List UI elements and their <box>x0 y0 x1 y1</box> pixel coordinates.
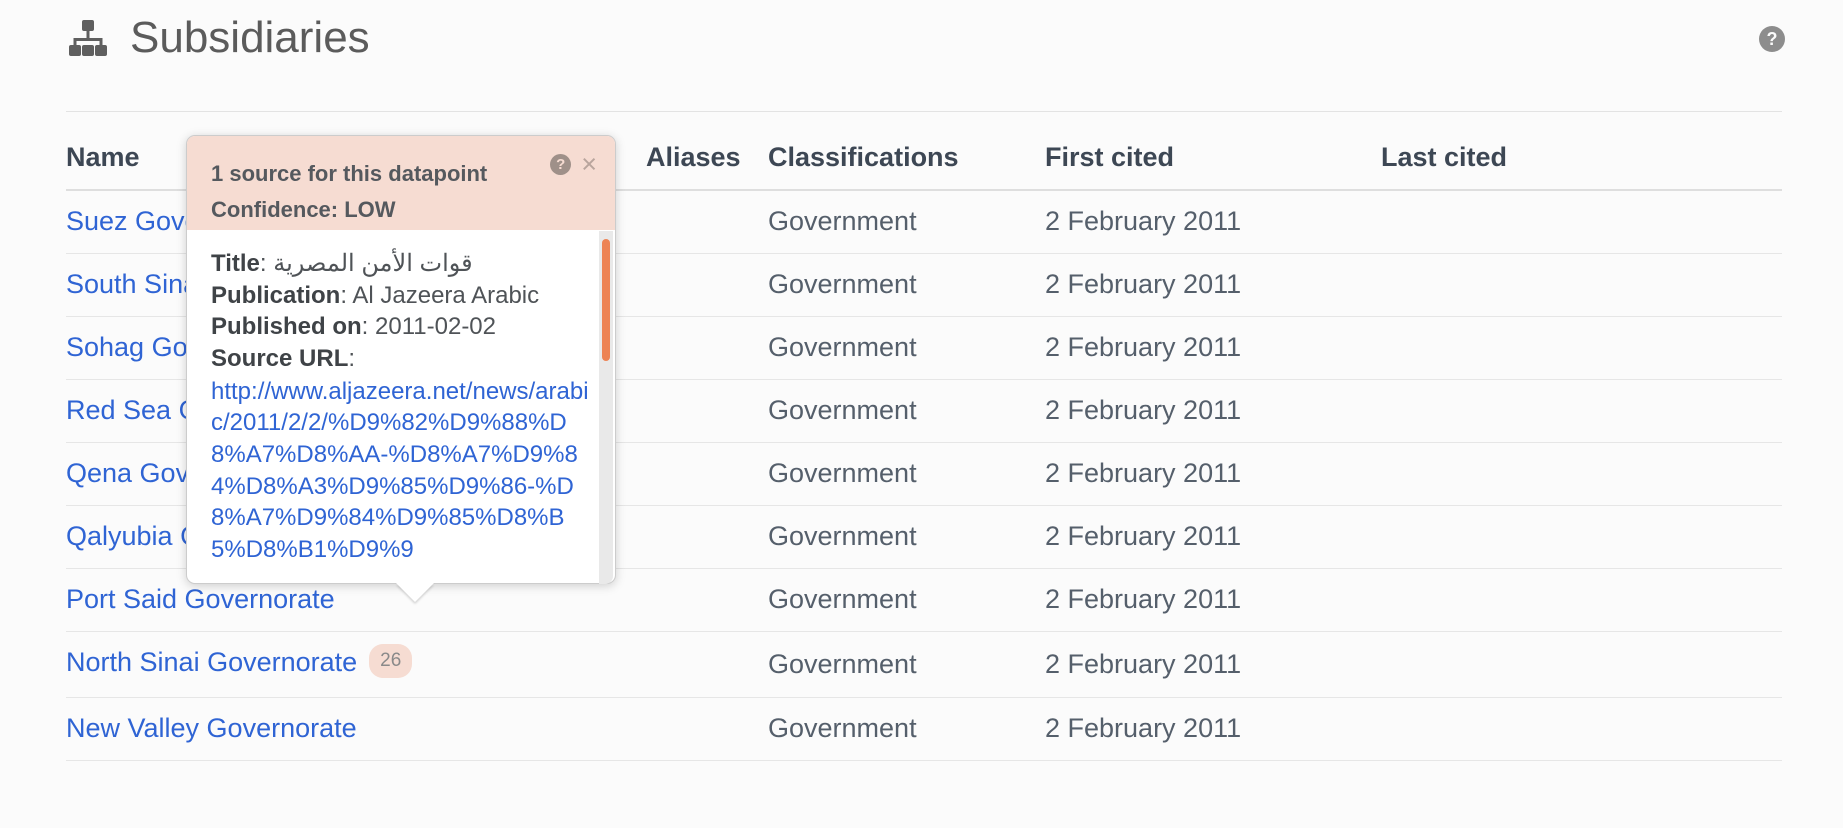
cell-last-cited <box>1381 442 1782 506</box>
popover-title-colon: : <box>259 250 274 277</box>
cell-aliases <box>646 505 768 569</box>
entity-link[interactable]: North Sinai Governorate <box>66 647 357 677</box>
cell-classification: Government <box>768 379 1045 443</box>
page-root: Subsidiaries ? Name Aliases Classificati… <box>0 0 1843 828</box>
cell-aliases <box>646 190 768 254</box>
popover-header: 1 source for this datapoint Confidence: … <box>187 136 615 230</box>
popover-published-on-line: Published on: 2011-02-02 <box>211 311 591 343</box>
popover-publication-label: Publication <box>211 281 341 309</box>
cell-name: New Valley Governorate <box>66 697 646 761</box>
popover-title-value: قوات الأمن المصرية <box>273 250 473 277</box>
column-header-classifications[interactable]: Classifications <box>768 128 1045 191</box>
cell-last-cited <box>1381 568 1782 632</box>
popover-publication-value: Al Jazeera Arabic <box>352 281 540 309</box>
cell-first-cited: 2 February 2011 <box>1045 442 1381 506</box>
cell-aliases <box>646 442 768 506</box>
page-title: Subsidiaries <box>130 13 370 62</box>
header-divider <box>66 111 1782 112</box>
cell-first-cited: 2 February 2011 <box>1045 316 1381 380</box>
cell-first-cited: 2 February 2011 <box>1045 253 1381 317</box>
entity-link[interactable]: Port Said Governorate <box>66 584 335 614</box>
cell-aliases <box>646 697 768 761</box>
popover-scrollbar[interactable] <box>599 231 613 584</box>
cell-classification: Government <box>768 253 1045 317</box>
popover-publication-colon: : <box>340 281 353 309</box>
popover-source-count: 1 source for this datapoint <box>211 161 488 186</box>
cell-last-cited <box>1381 379 1782 443</box>
cell-aliases <box>646 379 768 443</box>
cell-first-cited: 2 February 2011 <box>1045 505 1381 569</box>
table-row: North Sinai Governorate 26 Government 2 Feb… <box>66 631 1782 698</box>
cell-first-cited: 2 February 2011 <box>1045 697 1381 761</box>
popover-help-icon[interactable]: ? <box>550 154 572 175</box>
popover-confidence: Confidence: LOW <box>211 196 396 222</box>
popover-published-on-value: 2011-02-02 <box>375 313 496 341</box>
cell-aliases <box>646 631 768 698</box>
popover-scrollbar-thumb[interactable] <box>602 239 610 361</box>
cell-last-cited <box>1381 253 1782 317</box>
source-popover: 1 source for this datapoint Confidence: … <box>186 135 616 602</box>
popover-source-url-line: Source URL: <box>211 343 591 375</box>
table-row: New Valley Governorate Government 2 Februa… <box>66 697 1782 761</box>
cell-first-cited: 2 February 2011 <box>1045 568 1381 632</box>
cell-last-cited <box>1381 697 1782 761</box>
column-header-last-cited[interactable]: Last cited <box>1381 128 1782 191</box>
cell-first-cited: 2 February 2011 <box>1045 379 1381 443</box>
cell-first-cited: 2 February 2011 <box>1045 631 1381 698</box>
page-header: Subsidiaries ? <box>0 0 1843 112</box>
popover-arrow <box>396 583 434 602</box>
popover-source-url-colon: : <box>348 345 356 373</box>
cell-last-cited <box>1381 190 1782 254</box>
cell-classification: Government <box>768 190 1045 254</box>
cell-aliases <box>646 253 768 317</box>
cell-classification: Government <box>768 316 1045 380</box>
sitemap-icon <box>66 16 110 60</box>
cell-last-cited <box>1381 631 1782 698</box>
cell-first-cited: 2 February 2011 <box>1045 190 1381 254</box>
popover-tools: ? × <box>550 151 597 178</box>
cell-aliases <box>646 568 768 632</box>
cell-classification: Government <box>768 442 1045 506</box>
popover-source-url-label: Source URL <box>211 345 349 373</box>
page-title-group: Subsidiaries <box>66 16 370 60</box>
popover-published-on-colon: : <box>361 313 376 341</box>
popover-title-line: Title: قوات الأمن المصرية <box>211 248 591 280</box>
help-glyph: ? <box>1759 26 1785 52</box>
popover-source-url-link[interactable]: http://www.aljazeera.net/news/arabic/201… <box>211 376 591 566</box>
cell-name: North Sinai Governorate 26 <box>66 631 646 698</box>
popover-publication-line: Publication: Al Jazeera Arabic <box>211 280 591 312</box>
cell-classification: Government <box>768 697 1045 761</box>
cell-aliases <box>646 316 768 380</box>
cell-classification: Government <box>768 631 1045 698</box>
source-count-badge[interactable]: 26 <box>369 644 413 678</box>
cell-last-cited <box>1381 316 1782 380</box>
help-circle-icon[interactable]: ? <box>1759 26 1785 52</box>
popover-body: Title: قوات الأمن المصرية Publication: A… <box>187 230 615 585</box>
cell-classification: Government <box>768 568 1045 632</box>
column-header-aliases[interactable]: Aliases <box>646 128 768 191</box>
cell-last-cited <box>1381 505 1782 569</box>
popover-title-label: Title <box>211 250 260 277</box>
cell-classification: Government <box>768 505 1045 569</box>
popover-published-on-label: Published on <box>211 313 362 341</box>
popover-close-icon[interactable]: × <box>581 151 597 178</box>
column-header-first-cited[interactable]: First cited <box>1045 128 1381 191</box>
entity-link[interactable]: New Valley Governorate <box>66 713 357 743</box>
